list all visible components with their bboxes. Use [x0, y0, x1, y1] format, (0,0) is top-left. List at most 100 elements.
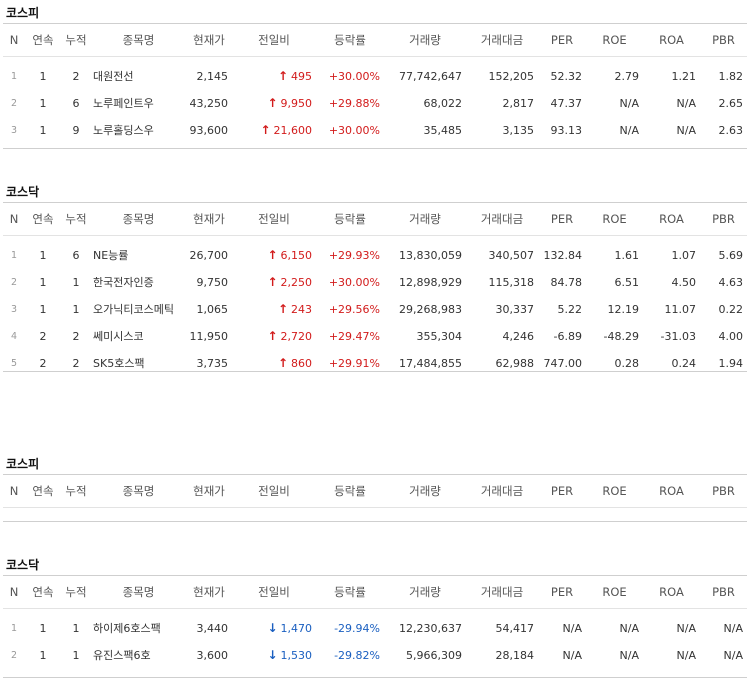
stock-name-link[interactable]: 오가닉티코스메틱 [91, 296, 186, 323]
column-header: 연속 [25, 202, 61, 236]
consecutive-days: 1 [39, 123, 47, 137]
column-header: 현재가 [186, 23, 232, 57]
table-header: N 연속 누적 종목명 현재가 전일비 등락률 거래량 거래대금 PER ROE ROA PBR [3, 575, 747, 609]
table-bottom-border [3, 148, 747, 149]
column-header: 거래대금 [466, 202, 538, 236]
stock-table: N 연속 누적 종목명 현재가 전일비 등락률 거래량 거래대금 PER ROE ROA PBR 1 1 2… [3, 23, 747, 144]
roa-value: 11.07 [664, 302, 697, 316]
price-change: ↑ 860 [232, 350, 316, 377]
column-header: N [3, 575, 25, 609]
roa-value: -31.03 [660, 329, 696, 343]
consecutive-days: 1 [39, 275, 47, 289]
stock-name-link[interactable]: 노루홀딩스우 [91, 117, 186, 144]
change-rate: +29.88% [328, 96, 380, 110]
price-change: ↓ 1,530 [232, 642, 316, 669]
current-price: 2,145 [196, 69, 229, 83]
roa-value: 1.21 [671, 69, 697, 83]
price-change: ↓ 1,470 [232, 615, 316, 642]
trading-volume: 68,022 [423, 96, 463, 110]
column-header: 종목명 [91, 575, 186, 609]
per-value: 52.32 [550, 69, 583, 83]
price-change-value: 2,720 [280, 330, 313, 343]
pbr-value: 2.63 [718, 123, 744, 137]
column-header: PER [538, 23, 586, 57]
current-price: 1,065 [196, 302, 229, 316]
roa-value: N/A [676, 621, 696, 635]
per-value: 5.22 [557, 302, 583, 316]
column-header: 누적 [61, 575, 91, 609]
trading-volume: 29,268,983 [399, 302, 462, 316]
stock-name-link[interactable]: SK5호스팩 [91, 350, 186, 377]
column-header: 종목명 [91, 202, 186, 236]
table-row: 3 1 9 노루홀딩스우 93,600 ↑ 21,600 +30.00% 35,485 3,135… [3, 117, 747, 144]
trading-value: 340,507 [488, 248, 535, 262]
stock-name-link[interactable]: 유진스팩6호 [91, 642, 186, 669]
price-change-value: 860 [291, 357, 312, 370]
column-header: 거래대금 [466, 575, 538, 609]
section-title: 코스닥 [6, 185, 40, 199]
price-change-value: 243 [291, 303, 312, 316]
consecutive-days: 2 [39, 356, 47, 370]
arrow-up-icon: ↑ [267, 96, 278, 110]
current-price: 93,600 [189, 123, 229, 137]
price-change: ↑ 9,950 [232, 90, 316, 117]
column-header: PBR [700, 23, 747, 57]
column-header: N [3, 202, 25, 236]
table-bottom-border [3, 677, 747, 678]
roa-value: N/A [676, 648, 696, 662]
section-title: 코스닥 [6, 558, 40, 572]
consecutive-days: 2 [39, 329, 47, 343]
current-price: 43,250 [189, 96, 229, 110]
column-header: 등락률 [316, 575, 384, 609]
pbr-value: N/A [723, 648, 743, 662]
column-header: 등락률 [316, 202, 384, 236]
consecutive-days: 1 [39, 248, 47, 262]
roa-value: 1.07 [671, 248, 697, 262]
pbr-value: 1.82 [718, 69, 744, 83]
pbr-value: 4.00 [718, 329, 744, 343]
section-title: 코스피 [6, 6, 40, 20]
stock-name-link[interactable]: NE능률 [91, 242, 186, 269]
row-number: 3 [10, 303, 18, 315]
column-header: N [3, 23, 25, 57]
row-number: 2 [10, 649, 18, 661]
column-header: 거래량 [384, 474, 466, 508]
price-change-value: 1,530 [280, 649, 313, 662]
change-rate: +29.91% [328, 356, 380, 370]
column-header: 누적 [61, 23, 91, 57]
change-rate: +30.00% [328, 123, 380, 137]
cumulative-count: 2 [72, 356, 80, 370]
stock-table: N 연속 누적 종목명 현재가 전일비 등락률 거래량 거래대금 PER ROE ROA PBR [3, 474, 747, 514]
table-row: 1 1 2 대원전선 2,145 ↑ 495 +30.00% 77,742,647 152,205… [3, 63, 747, 90]
stock-name-link[interactable]: 하이제6호스팩 [91, 615, 186, 642]
roe-value: 0.28 [614, 356, 640, 370]
pbr-value: N/A [723, 621, 743, 635]
trading-value: 115,318 [488, 275, 535, 289]
arrow-up-icon: ↑ [267, 248, 278, 262]
column-header: 전일비 [232, 474, 316, 508]
row-number: 3 [10, 124, 18, 136]
row-number: 2 [10, 97, 18, 109]
column-header: 현재가 [186, 202, 232, 236]
column-header: 전일비 [232, 575, 316, 609]
stock-name-link[interactable]: 대원전선 [91, 63, 186, 90]
roa-value: 0.24 [671, 356, 697, 370]
stock-name-link[interactable]: 한국전자인증 [91, 269, 186, 296]
table-header: N 연속 누적 종목명 현재가 전일비 등락률 거래량 거래대금 PER ROE ROA PBR [3, 23, 747, 57]
per-value: 84.78 [550, 275, 583, 289]
cumulative-count: 9 [72, 123, 80, 137]
consecutive-days: 1 [39, 621, 47, 635]
column-header: ROA [643, 575, 700, 609]
consecutive-days: 1 [39, 302, 47, 316]
change-rate: +29.47% [328, 329, 380, 343]
stock-name-link[interactable]: 쎄미시스코 [91, 323, 186, 350]
price-change: ↑ 2,250 [232, 269, 316, 296]
table-row: 2 1 1 한국전자인증 9,750 ↑ 2,250 +30.00% 12,898,929 115… [3, 269, 747, 296]
column-header: PER [538, 474, 586, 508]
table-row: 1 1 1 하이제6호스팩 3,440 ↓ 1,470 -29.94% 12,230,637 54… [3, 615, 747, 642]
consecutive-days: 1 [39, 96, 47, 110]
table-header: N 연속 누적 종목명 현재가 전일비 등락률 거래량 거래대금 PER ROE ROA PBR [3, 474, 747, 508]
column-header: 종목명 [91, 23, 186, 57]
trading-value: 62,988 [495, 356, 535, 370]
stock-name-link[interactable]: 노루페인트우 [91, 90, 186, 117]
